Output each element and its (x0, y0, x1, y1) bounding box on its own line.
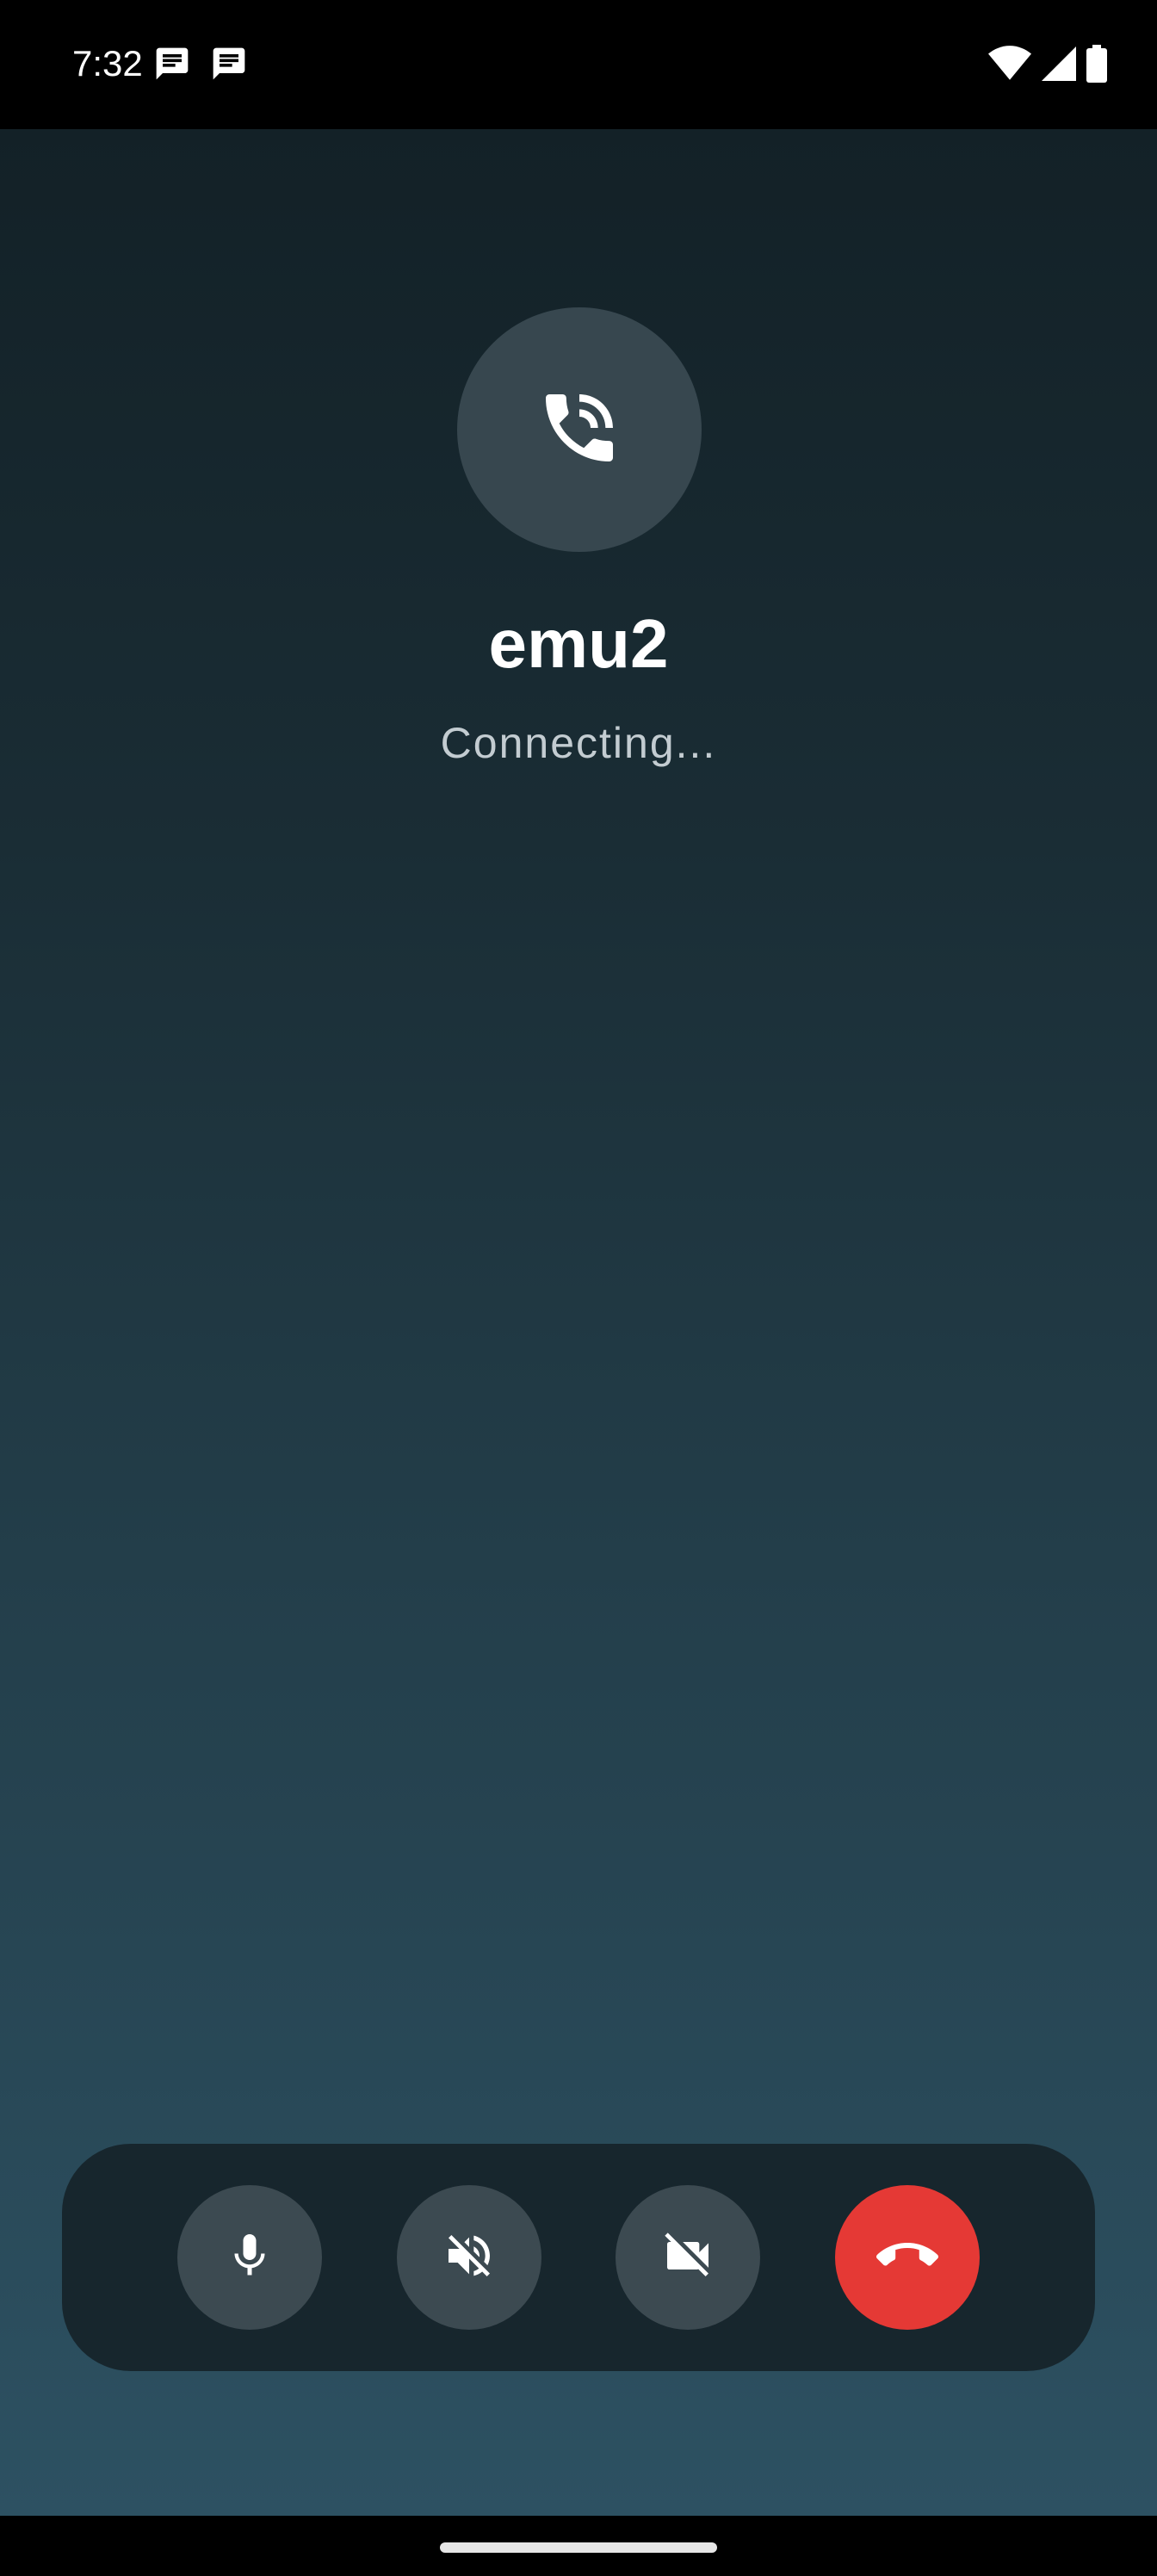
home-gesture-handle[interactable] (440, 2542, 717, 2553)
call-end-icon (876, 2225, 938, 2291)
status-time: 7:32 (72, 43, 143, 84)
system-status-icons (988, 45, 1107, 83)
notification-icons (153, 45, 248, 83)
battery-icon (1086, 45, 1107, 83)
cellular-signal-icon (1042, 46, 1076, 81)
caller-avatar (457, 307, 702, 552)
phone-calling-icon (535, 383, 624, 477)
call-area: emu2 Connecting... (0, 129, 1157, 2516)
hang-up-button[interactable] (835, 2185, 980, 2330)
volume-off-icon (442, 2228, 497, 2288)
status-bar: 7:32 (0, 0, 1157, 129)
message-icon (210, 45, 248, 83)
call-screen: 7:32 emu2 Connecting... (0, 0, 1157, 2576)
videocam-off-icon (660, 2228, 715, 2288)
microphone-button[interactable] (177, 2185, 322, 2330)
contact-name: emu2 (488, 605, 669, 682)
message-icon (153, 45, 191, 83)
call-controls (62, 2144, 1095, 2371)
microphone-icon (224, 2230, 275, 2286)
speaker-toggle-button[interactable] (397, 2185, 541, 2330)
video-toggle-button[interactable] (616, 2185, 760, 2330)
navigation-bar (0, 2516, 1157, 2576)
wifi-icon (988, 45, 1031, 83)
call-status: Connecting... (440, 719, 717, 767)
